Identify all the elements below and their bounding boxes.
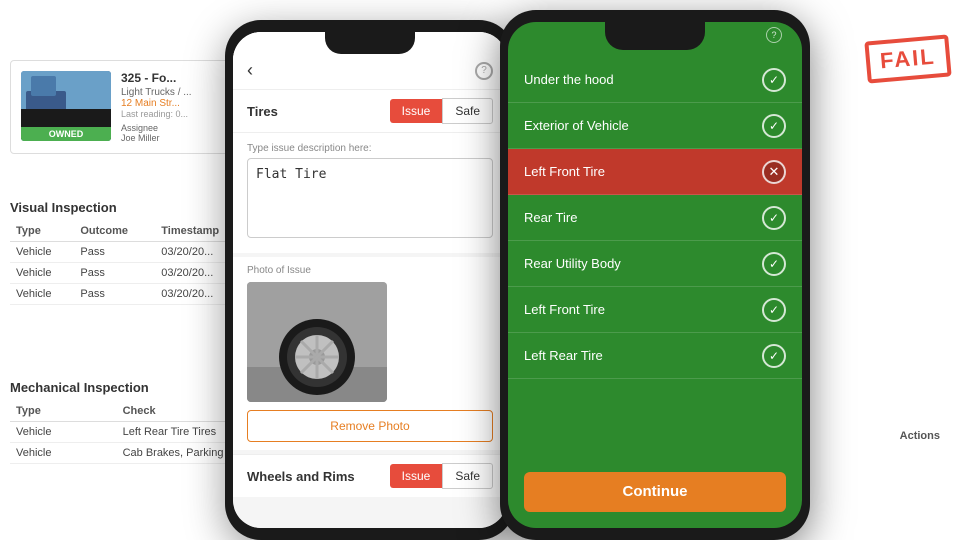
issue-description-label: Type issue description here: (247, 143, 493, 154)
vehicle-last-reading: Last reading: 0... (121, 109, 229, 119)
vehicle-card: OWNED 325 - Fo... Light Trucks / ... 12 … (10, 60, 240, 154)
visual-inspection-section: Visual Inspection Type Outcome Timestamp… (10, 200, 250, 305)
fail-stamp: FAIL (865, 34, 952, 83)
issue-form-area: Type issue description here: Flat Tire (233, 133, 507, 253)
phone2-status-bar: ? (766, 27, 782, 43)
help-icon[interactable]: ? (475, 62, 493, 80)
phone2: ? Under the hood✓Exterior of Vehicle✓Lef… (500, 10, 810, 540)
tires-section-header: Tires Issue Safe (233, 90, 507, 133)
col-outcome: Outcome (74, 221, 155, 242)
inspection-item-label: Under the hood (524, 72, 762, 87)
inspection-list-item[interactable]: Exterior of Vehicle✓ (508, 103, 802, 149)
inspection-item-label: Exterior of Vehicle (524, 118, 762, 133)
inspection-list-item[interactable]: Left Rear Tire✓ (508, 333, 802, 379)
phone2-notch (605, 22, 705, 50)
vehicle-title: 325 - Fo... (121, 71, 229, 87)
wheels-issue-button[interactable]: Issue (390, 464, 443, 488)
wheels-rims-label: Wheels and Rims (247, 469, 390, 484)
actions-label: Actions (900, 430, 940, 442)
visual-inspection-table: Type Outcome Timestamp VehiclePass03/20/… (10, 221, 250, 305)
check-icon: ✓ (762, 206, 786, 230)
visual-inspection-title: Visual Inspection (10, 200, 250, 215)
mech-col-type: Type (10, 401, 117, 422)
issue-button[interactable]: Issue (390, 99, 443, 123)
check-icon: ✓ (762, 114, 786, 138)
inspection-list: Under the hood✓Exterior of Vehicle✓Left … (508, 57, 802, 473)
vehicle-subtitle: Light Trucks / ... (121, 87, 229, 98)
issue-description-input[interactable]: Flat Tire (247, 158, 493, 238)
phone2-inner: ? Under the hood✓Exterior of Vehicle✓Lef… (508, 22, 802, 528)
check-icon: ✓ (762, 298, 786, 322)
continue-button[interactable]: Continue (524, 472, 786, 512)
photo-thumbnail[interactable] (247, 282, 387, 402)
inspection-list-item[interactable]: Left Front Tire✕ (508, 149, 802, 195)
inspection-item-label: Left Rear Tire (524, 348, 762, 363)
check-icon: ✓ (762, 68, 786, 92)
col-type: Type (10, 221, 74, 242)
back-button[interactable]: ‹ (247, 60, 253, 81)
check-icon: ✓ (762, 252, 786, 276)
photo-label: Photo of Issue (247, 265, 493, 276)
photo-section: Photo of Issue (233, 257, 507, 450)
issue-icon: ✕ (762, 160, 786, 184)
phone1: ‹ ? Tires Issue Safe Type issue descript… (225, 20, 515, 540)
vehicle-address[interactable]: 12 Main Str... (121, 98, 229, 109)
vehicle-assignee: Assignee Joe Miller (121, 123, 229, 143)
tires-label: Tires (247, 104, 390, 119)
vehicle-image: OWNED (21, 71, 111, 141)
assignee-name: Joe Miller (121, 133, 160, 143)
phone1-notch (325, 32, 415, 54)
inspection-list-item[interactable]: Rear Utility Body✓ (508, 241, 802, 287)
owned-badge: OWNED (21, 127, 111, 141)
table-row: VehiclePass03/20/20... (10, 242, 250, 263)
assignee-label: Assignee (121, 123, 158, 133)
inspection-list-item[interactable]: Left Front Tire✓ (508, 287, 802, 333)
inspection-item-label: Left Front Tire (524, 302, 762, 317)
phone1-inner: ‹ ? Tires Issue Safe Type issue descript… (233, 32, 507, 528)
inspection-item-label: Rear Tire (524, 210, 762, 225)
phone1-screen: ‹ ? Tires Issue Safe Type issue descript… (233, 32, 507, 528)
wheels-safe-button[interactable]: Safe (442, 463, 493, 489)
check-icon: ✓ (762, 344, 786, 368)
inspection-list-item[interactable]: Under the hood✓ (508, 57, 802, 103)
table-row: VehiclePass03/20/20... (10, 284, 250, 305)
inspection-list-item[interactable]: Rear Tire✓ (508, 195, 802, 241)
wheels-rims-section-header: Wheels and Rims Issue Safe (233, 454, 507, 497)
table-row: VehiclePass03/20/20... (10, 263, 250, 284)
phone2-help-icon[interactable]: ? (766, 27, 782, 43)
safe-button[interactable]: Safe (442, 98, 493, 124)
vehicle-info: 325 - Fo... Light Trucks / ... 12 Main S… (121, 71, 229, 143)
remove-photo-button[interactable]: Remove Photo (247, 410, 493, 442)
inspection-item-label: Left Front Tire (524, 164, 762, 179)
phone2-screen: Under the hood✓Exterior of Vehicle✓Left … (508, 22, 802, 528)
inspection-item-label: Rear Utility Body (524, 256, 762, 271)
